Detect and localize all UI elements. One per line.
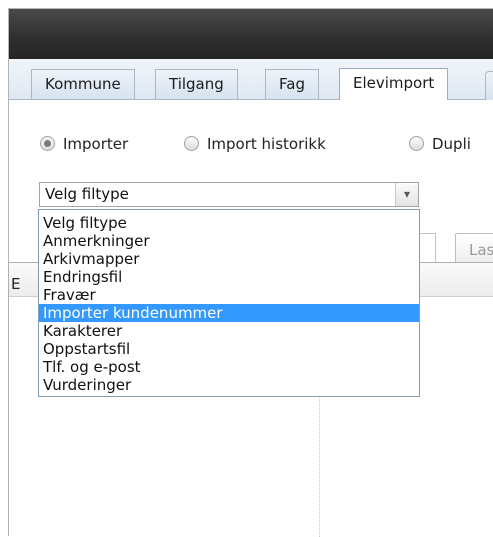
tab-tilgang[interactable]: Tilgang — [155, 69, 238, 99]
radio-unchecked-icon — [184, 136, 199, 151]
title-bar — [9, 9, 493, 59]
tab-kommune[interactable]: Kommune — [31, 69, 135, 99]
dropdown-option[interactable]: Oppstartsfil — [39, 340, 419, 358]
radio-import-historikk[interactable]: Import historikk — [184, 135, 326, 153]
dropdown-option[interactable]: Anmerkninger — [39, 232, 419, 250]
dropdown-option-highlighted[interactable]: Importer kundenummer — [39, 304, 419, 322]
filetype-select-value: Velg filtype — [45, 185, 129, 203]
chevron-down-icon[interactable]: ▾ — [395, 183, 418, 206]
radio-unchecked-icon — [409, 136, 424, 151]
dropdown-option[interactable]: Arkivmapper — [39, 250, 419, 268]
radio-duplikat[interactable]: Dupli — [409, 135, 471, 153]
tab-fag[interactable]: Fag — [265, 69, 319, 99]
radio-checked-icon — [40, 136, 55, 151]
dropdown-option[interactable]: Vurderinger — [39, 376, 419, 394]
dropdown-option[interactable]: Tlf. og e-post — [39, 358, 419, 376]
tab-elevimport[interactable]: Elevimport — [339, 68, 449, 100]
radio-importer[interactable]: Importer — [40, 135, 128, 153]
dropdown-option[interactable]: Endringsfil — [39, 268, 419, 286]
grid-column-header: E — [11, 275, 21, 293]
tab-overflow-edge — [485, 71, 493, 100]
filetype-select[interactable]: Velg filtype ▾ — [39, 182, 419, 207]
filetype-dropdown-list: Velg filtype Anmerkninger Arkivmapper En… — [38, 209, 420, 397]
dropdown-option[interactable]: Velg filtype — [39, 214, 419, 232]
tab-strip: Kommune Tilgang Fag Elevimport — [9, 59, 493, 100]
dropdown-option[interactable]: Fravær — [39, 286, 419, 304]
dropdown-option[interactable]: Karakterer — [39, 322, 419, 340]
